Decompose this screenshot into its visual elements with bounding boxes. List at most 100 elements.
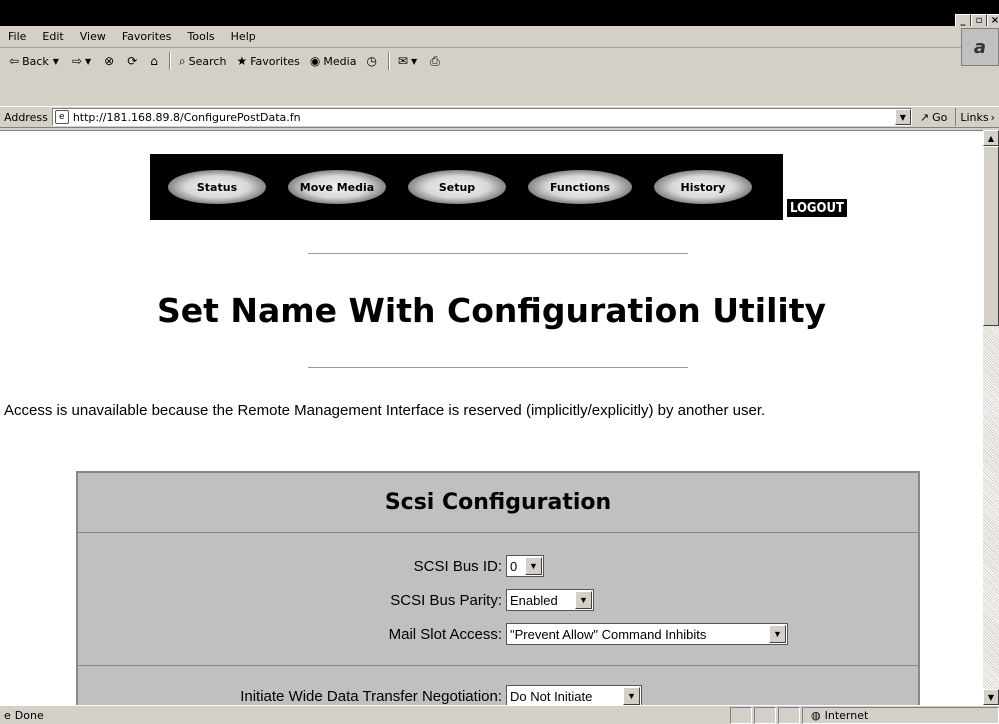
favorites-button[interactable]: ★ Favorites xyxy=(231,54,304,68)
go-button[interactable]: ↗ Go xyxy=(912,111,955,124)
nav-move-media-button[interactable]: Move Media xyxy=(288,170,386,204)
menu-edit[interactable]: Edit xyxy=(34,30,71,43)
address-bar: Address e http://181.168.89.8/ConfigureP… xyxy=(0,106,999,128)
scsi-bus-parity-label: SCSI Bus Parity: xyxy=(390,592,502,609)
browser-logo-icon: a xyxy=(961,28,999,66)
chevron-down-icon: ▼ xyxy=(85,56,92,66)
search-button[interactable]: ⌕ Search xyxy=(174,54,232,69)
title-bar: _ ▫ × xyxy=(0,0,999,28)
page-viewport: Status Move Media Setup Functions Histor… xyxy=(0,130,983,705)
page-done-icon: e xyxy=(4,708,11,722)
mail-button[interactable]: ✉ ▼ xyxy=(393,54,425,68)
vertical-scrollbar[interactable]: ▲ ▼ xyxy=(983,130,999,705)
forward-button[interactable]: ⇨ ▼ xyxy=(67,54,99,68)
chevron-right-icon: › xyxy=(990,110,995,124)
menu-bar: File Edit View Favorites Tools Help xyxy=(0,26,999,48)
back-button[interactable]: ⇦ Back ▼ xyxy=(4,54,67,68)
status-cell xyxy=(730,706,752,724)
divider-bottom xyxy=(308,367,688,368)
mail-slot-access-value: "Prevent Allow" Command Inhibits xyxy=(510,626,707,642)
panel-divider xyxy=(78,665,918,666)
address-label: Address xyxy=(4,110,48,124)
links-label: Links xyxy=(960,110,989,124)
scroll-down-button[interactable]: ▼ xyxy=(983,689,999,705)
menu-help[interactable]: Help xyxy=(223,30,264,43)
search-icon: ⌕ xyxy=(178,53,186,68)
chevron-down-icon: ▼ xyxy=(52,56,59,66)
status-bar: e Done ◍ Internet xyxy=(0,705,999,724)
globe-icon: ◍ xyxy=(811,708,821,722)
row-wide-transfer: Initiate Wide Data Transfer Negotiation:… xyxy=(78,685,918,705)
history-icon: ◷ xyxy=(366,54,377,68)
nav-banner: Status Move Media Setup Functions Histor… xyxy=(150,154,848,220)
stop-button[interactable]: ⊗ xyxy=(99,54,122,68)
stop-icon: ⊗ xyxy=(104,54,115,68)
scsi-bus-id-value: 0 xyxy=(510,558,518,574)
favorites-icon: ★ xyxy=(236,54,248,68)
page-title: Set Name With Configuration Utility xyxy=(156,291,827,330)
refresh-button[interactable]: ⟳ xyxy=(122,54,145,68)
nav-history-label: History xyxy=(680,180,726,194)
access-message: Access is unavailable because the Remote… xyxy=(4,402,766,419)
nav-history-button[interactable]: History xyxy=(654,170,752,204)
search-label: Search xyxy=(188,54,227,68)
media-icon: ◉ xyxy=(309,54,321,68)
status-text: Done xyxy=(14,708,44,722)
standard-toolbar: ⇦ Back ▼ ⇨ ▼ ⊗ ⟳ ⌂ ⌕ Search ★ Favorites ◉ Medi… xyxy=(0,49,960,73)
menu-tools[interactable]: Tools xyxy=(180,30,223,43)
brand-mark: a xyxy=(973,36,987,58)
home-icon: ⌂ xyxy=(150,54,158,68)
scroll-up-button[interactable]: ▲ xyxy=(983,130,999,146)
chevron-down-icon: ▼ xyxy=(410,56,418,66)
row-scsi-bus-parity: SCSI Bus Parity: Enabled ▼ xyxy=(78,589,918,611)
history-button[interactable]: ◷ xyxy=(361,54,384,68)
links-button[interactable]: Links › xyxy=(955,108,999,126)
home-button[interactable]: ⌂ xyxy=(145,54,166,68)
nav-status-label: Status xyxy=(196,180,238,194)
media-button[interactable]: ◉ Media xyxy=(305,54,362,68)
print-icon: ⎙ xyxy=(430,53,440,68)
row-scsi-bus-id: SCSI Bus ID: 0 ▼ xyxy=(78,555,918,577)
address-dropdown-button[interactable]: ▼ xyxy=(894,109,911,125)
nav-setup-button[interactable]: Setup xyxy=(408,170,506,204)
forward-arrow-icon: ⇨ xyxy=(71,54,82,68)
address-url: http://181.168.89.8/ConfigurePostData.fn xyxy=(72,110,301,124)
go-arrow-icon: ↗ xyxy=(919,110,930,124)
scsi-bus-parity-value: Enabled xyxy=(510,592,558,608)
status-cell xyxy=(778,706,800,724)
menu-view[interactable]: View xyxy=(72,30,114,43)
mail-icon: ✉ xyxy=(397,54,408,68)
favorites-label: Favorites xyxy=(250,54,300,68)
wide-transfer-value: Do Not Initiate xyxy=(510,688,593,704)
nav-functions-label: Functions xyxy=(549,180,611,194)
wide-transfer-select[interactable]: Do Not Initiate ▼ xyxy=(506,685,642,705)
menu-file[interactable]: File xyxy=(0,30,34,43)
security-zone: ◍ Internet xyxy=(802,706,999,724)
browser-window: _ ▫ × File Edit View Favorites Tools Hel… xyxy=(0,0,999,724)
divider-top xyxy=(308,253,688,254)
back-arrow-icon: ⇦ xyxy=(9,54,20,68)
chevron-down-icon: ▼ xyxy=(769,625,786,643)
mail-slot-access-select[interactable]: "Prevent Allow" Command Inhibits ▼ xyxy=(506,623,788,645)
zone-label: Internet xyxy=(824,708,869,722)
nav-functions-button[interactable]: Functions xyxy=(528,170,632,204)
scsi-bus-parity-select[interactable]: Enabled ▼ xyxy=(506,589,594,611)
print-button[interactable]: ⎙ xyxy=(425,54,448,69)
logout-button[interactable]: LOGOUT xyxy=(786,198,848,218)
address-input[interactable]: e http://181.168.89.8/ConfigurePostData.… xyxy=(51,108,912,126)
toolbar-separator xyxy=(387,52,390,70)
refresh-icon: ⟳ xyxy=(127,54,138,68)
scroll-thumb[interactable] xyxy=(983,146,999,326)
scsi-bus-id-select[interactable]: 0 ▼ xyxy=(506,555,544,577)
page-icon: e xyxy=(54,110,69,124)
nav-status-button[interactable]: Status xyxy=(168,170,266,204)
nav-setup-label: Setup xyxy=(438,180,476,194)
go-label: Go xyxy=(932,110,948,124)
back-label: Back xyxy=(22,54,49,68)
chevron-down-icon: ▼ xyxy=(623,687,640,705)
menu-favorites[interactable]: Favorites xyxy=(114,30,180,43)
panel-heading: Scsi Configuration xyxy=(78,473,918,533)
status-message: e Done xyxy=(0,709,730,722)
toolbar-separator xyxy=(168,52,171,70)
wide-transfer-label: Initiate Wide Data Transfer Negotiation: xyxy=(240,688,502,705)
